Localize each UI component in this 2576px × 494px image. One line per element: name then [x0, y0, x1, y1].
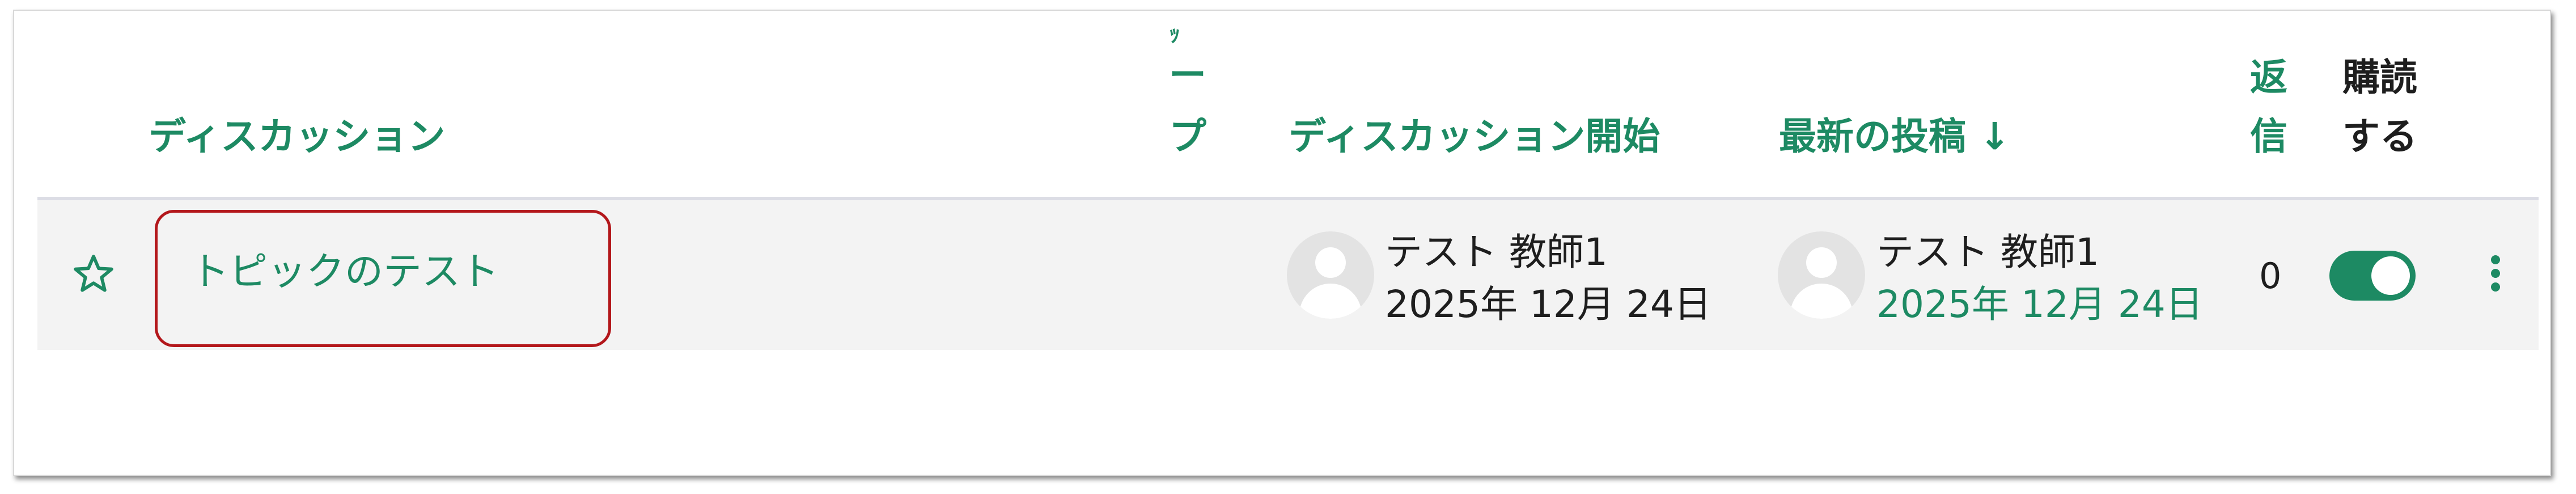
header-replies-line2[interactable]: 信 — [2250, 118, 2287, 155]
replies-count[interactable]: 0 — [2259, 259, 2281, 294]
header-subscribe-line2: する — [2342, 115, 2417, 158]
last-post-name[interactable]: テスト 教師1 — [1876, 234, 2099, 271]
last-post-date-link[interactable]: 2025年 12月 24日 — [1876, 286, 2203, 323]
started-date: 2025年 12月 24日 — [1385, 282, 1711, 326]
subscribe-toggle[interactable] — [2329, 251, 2416, 301]
kebab-menu-icon[interactable] — [2490, 255, 2501, 296]
header-subscribe-line1: 購読 — [2342, 56, 2417, 99]
avatar-icon[interactable] — [1778, 231, 1865, 319]
toggle-knob — [2371, 256, 2410, 295]
topic-link[interactable]: トピックのテスト — [190, 253, 499, 292]
star-icon[interactable] — [71, 252, 116, 296]
header-group-fragment-middle[interactable]: ー — [1169, 57, 1206, 94]
started-by-name[interactable]: テスト 教師1 — [1385, 234, 1608, 271]
header-started-by[interactable]: ディスカッション開始 — [1289, 118, 1660, 155]
header-discussion[interactable]: ディスカッション — [149, 118, 445, 155]
header-replies-line1[interactable]: 返 — [2250, 59, 2287, 96]
header-group-fragment-bottom[interactable]: プ — [1169, 118, 1206, 155]
avatar-icon[interactable] — [1287, 231, 1374, 319]
header-group-fragment-top[interactable]: ｯ — [1169, 23, 1180, 45]
header-last-post[interactable]: 最新の投稿 ↓ — [1779, 118, 2010, 155]
